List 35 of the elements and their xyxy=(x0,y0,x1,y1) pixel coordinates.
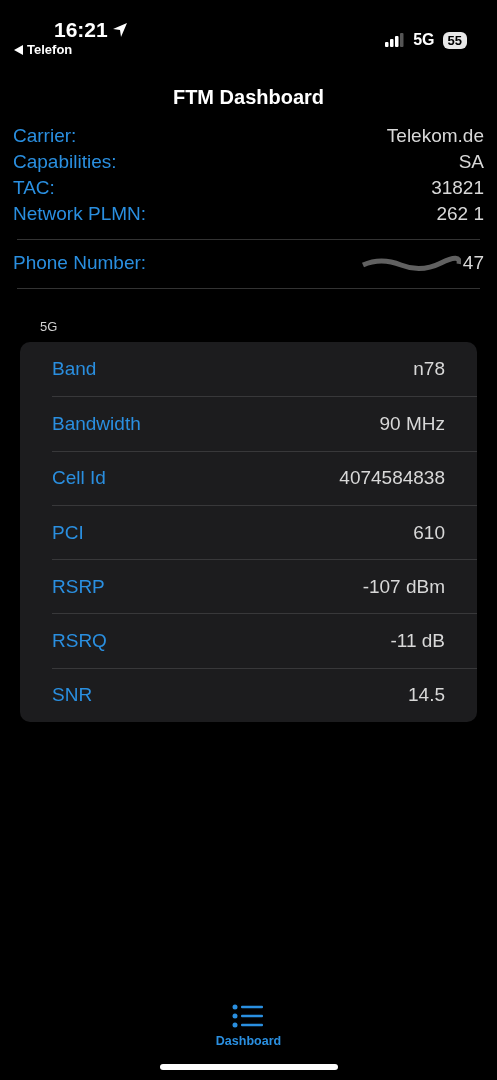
network-type: 5G xyxy=(413,31,435,49)
list-icon xyxy=(232,1004,265,1028)
back-to-app-link[interactable]: Telefon xyxy=(14,42,128,58)
row-label: Band xyxy=(52,358,97,381)
row-value: -107 dBm xyxy=(362,575,445,598)
battery-indicator: 55 xyxy=(442,31,467,49)
location-arrow-icon xyxy=(111,22,128,38)
row-label: RSRP xyxy=(52,575,105,598)
info-value: Telekom.de xyxy=(386,125,484,147)
section-header: 5G xyxy=(40,319,59,334)
info-value: 262 1 xyxy=(436,203,484,225)
row-label: SNR xyxy=(52,684,93,707)
row-value: 4074584838 xyxy=(339,467,445,490)
status-time: 16:21 xyxy=(54,18,108,42)
row-value: 90 MHz xyxy=(379,412,445,435)
phone-label: Phone Number: xyxy=(13,252,147,274)
row-label: Cell Id xyxy=(52,467,106,490)
info-label: Carrier: xyxy=(13,125,77,147)
signal-icon xyxy=(385,33,406,47)
row-label: RSRQ xyxy=(52,630,107,653)
row-value: -11 dB xyxy=(390,630,445,653)
phone-value: 47 xyxy=(462,252,484,274)
back-triangle-icon xyxy=(14,45,23,55)
row-label: PCI xyxy=(52,521,84,544)
screen-title: FTM Dashboard xyxy=(171,86,326,109)
info-value: 31821 xyxy=(431,177,484,199)
row-label: Bandwidth xyxy=(52,412,141,435)
row-value: n78 xyxy=(413,358,445,381)
info-label: Network PLMN: xyxy=(13,203,147,225)
info-value: SA xyxy=(458,151,484,173)
row-value: 14.5 xyxy=(408,684,445,707)
info-label: Capabilities: xyxy=(13,151,117,173)
info-label: TAC: xyxy=(13,177,55,199)
row-value: 610 xyxy=(413,521,445,544)
dashboard-tab[interactable]: Dashboard xyxy=(215,1004,282,1048)
